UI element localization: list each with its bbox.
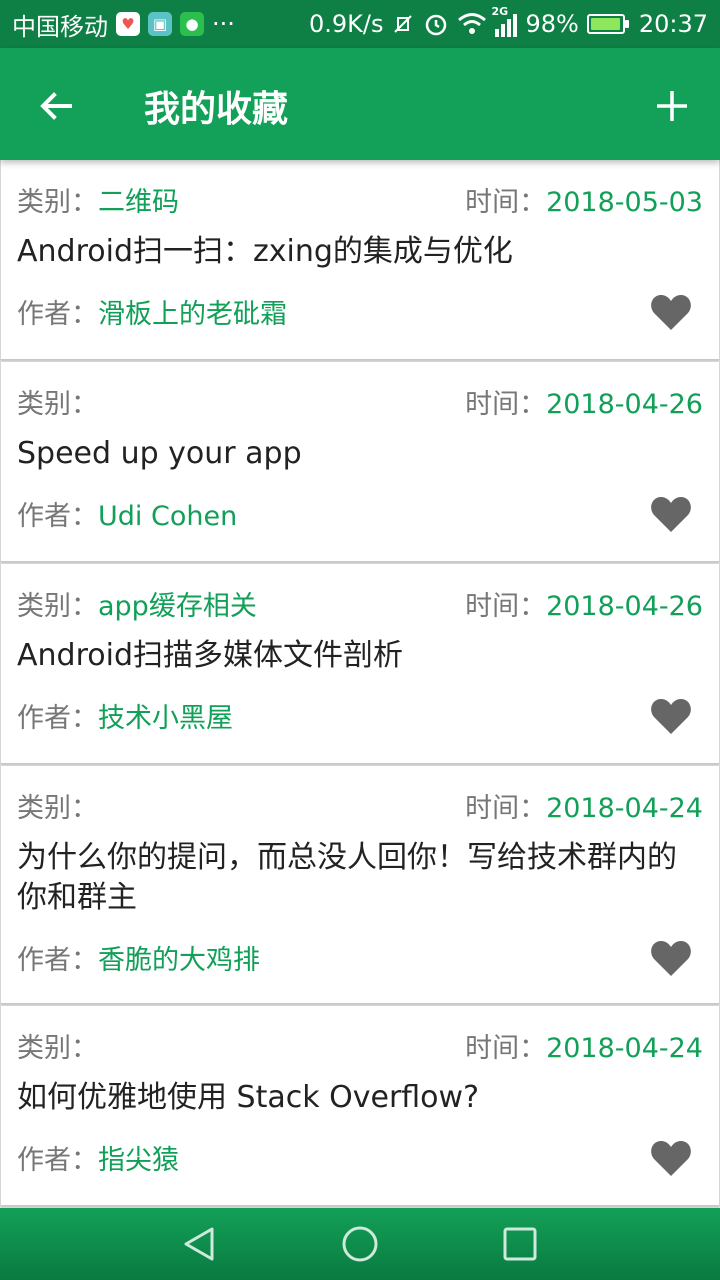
plus-icon[interactable] (652, 86, 692, 126)
item-title: 为什么你的提问，而总没人回你！写给技术群内的你和群主 (17, 840, 677, 915)
page-title: 我的收藏 (144, 89, 289, 130)
author-row: 作者：指尖猿 (17, 1138, 179, 1177)
author-value: 香脆的大鸡排 (98, 945, 260, 976)
time-row: 时间：2018-04-24 (465, 786, 703, 825)
battery-percent: 98% (525, 10, 579, 38)
wifi-icon (458, 13, 487, 34)
alarm-icon (426, 14, 447, 36)
author-value: Udi Cohen (98, 501, 238, 532)
time-value: 2018-04-26 (546, 591, 703, 622)
battery-icon (586, 14, 629, 34)
heart-icon[interactable] (649, 1138, 693, 1178)
system-nav-bar (0, 1208, 720, 1280)
nav-recents-icon[interactable] (500, 1224, 540, 1264)
item-title: Android扫描多媒体文件剖析 (17, 638, 403, 673)
item-title: 如何优雅地使用 Stack Overflow? (17, 1080, 479, 1115)
author-row: 作者：香脆的大鸡排 (17, 938, 260, 977)
list-item[interactable]: 类别： 时间：2018-04-24 为什么你的提问，而总没人回你！写给技术群内的… (0, 766, 720, 1004)
category-label: 类别： (17, 591, 98, 622)
time-row: 时间：2018-04-26 (465, 382, 703, 421)
author-label: 作者： (17, 703, 98, 734)
category-row: 类别： (17, 1026, 98, 1065)
author-label: 作者： (17, 945, 98, 976)
app-bar: 我的收藏 (0, 48, 720, 160)
category-value: app缓存相关 (98, 591, 257, 622)
category-value: 二维码 (98, 187, 179, 218)
arrow-back-icon[interactable] (36, 86, 76, 126)
time-row: 时间：2018-04-26 (465, 584, 703, 623)
author-label: 作者： (17, 1145, 98, 1176)
nav-back-icon[interactable] (180, 1224, 220, 1264)
favorites-list: 类别：二维码 时间：2018-05-03 Android扫一扫：zxing的集成… (0, 160, 720, 1208)
heart-icon[interactable] (649, 938, 693, 978)
signal-type: 2G (491, 5, 509, 18)
network-speed: 0.9K/s (308, 10, 384, 38)
author-label: 作者： (17, 299, 98, 330)
heart-icon[interactable] (649, 696, 693, 736)
author-row: 作者：技术小黑屋 (17, 696, 233, 735)
vibrate-off-icon (394, 15, 413, 33)
author-value: 指尖猿 (98, 1145, 179, 1176)
cell-signal-icon: 2G (491, 5, 518, 37)
carrier-label: 中国移动 (12, 12, 108, 41)
author-row: 作者：Udi Cohen (17, 494, 237, 533)
time-row: 时间：2018-04-24 (465, 1026, 703, 1065)
category-row: 类别： (17, 382, 98, 421)
time-row: 时间：2018-05-03 (465, 180, 703, 219)
time-value: 2018-04-24 (546, 793, 703, 824)
time-label: 时间： (465, 389, 547, 420)
more-notifications-icon: ··· (212, 10, 235, 38)
list-item[interactable]: 类别：二维码 时间：2018-05-03 Android扫一扫：zxing的集成… (0, 160, 720, 360)
list-item[interactable]: 类别：app缓存相关 时间：2018-04-26 Android扫描多媒体文件剖… (0, 564, 720, 764)
time-label: 时间： (465, 793, 547, 824)
android-app-icon: ▣ (148, 12, 172, 36)
category-label: 类别： (17, 1033, 98, 1064)
item-title: Speed up your app (17, 436, 302, 471)
time-value: 2018-04-24 (546, 1033, 703, 1064)
clock: 20:37 (638, 10, 708, 38)
time-value: 2018-05-03 (546, 187, 703, 218)
time-label: 时间： (465, 1033, 547, 1064)
category-row: 类别：app缓存相关 (17, 584, 257, 623)
status-bar: 中国移动 ♥ ▣ ● ··· 0.9K/s 2G 98% 20:37 (0, 0, 720, 48)
item-title: Android扫一扫：zxing的集成与优化 (17, 234, 513, 269)
category-label: 类别： (17, 187, 98, 218)
author-value: 技术小黑屋 (98, 703, 233, 734)
time-label: 时间： (465, 591, 547, 622)
author-label: 作者： (17, 501, 98, 532)
category-row: 类别：二维码 (17, 180, 179, 219)
category-label: 类别： (17, 793, 98, 824)
category-row: 类别： (17, 786, 98, 825)
author-value: 滑板上的老砒霜 (98, 299, 287, 330)
heart-icon[interactable] (649, 494, 693, 534)
wechat-icon: ● (180, 12, 204, 36)
nav-home-icon[interactable] (340, 1224, 380, 1264)
time-label: 时间： (465, 187, 547, 218)
list-item[interactable]: 类别： 时间：2018-04-26 Speed up your app 作者：U… (0, 362, 720, 562)
category-label: 类别： (17, 389, 98, 420)
heart-icon[interactable] (649, 292, 693, 332)
list-item[interactable]: 类别： 时间：2018-04-24 如何优雅地使用 Stack Overflow… (0, 1006, 720, 1206)
health-app-icon: ♥ (116, 12, 140, 36)
author-row: 作者：滑板上的老砒霜 (17, 292, 287, 331)
time-value: 2018-04-26 (546, 389, 703, 420)
